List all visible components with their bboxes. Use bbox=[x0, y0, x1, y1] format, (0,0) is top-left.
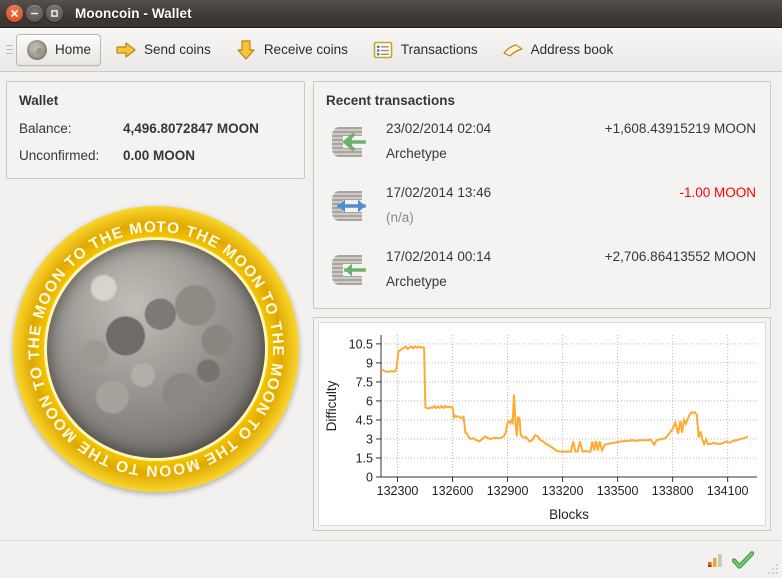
title-bar: Mooncoin - Wallet bbox=[0, 0, 782, 28]
transaction-amount: +2,706.86413552 MOON bbox=[604, 249, 756, 264]
transaction-amount: +1,608.43915219 MOON bbox=[604, 121, 756, 136]
transaction-address: (n/a) bbox=[386, 210, 414, 225]
main-content: Wallet Balance: 4,496.8072847 MOON Uncon… bbox=[0, 73, 782, 540]
svg-text:133800: 133800 bbox=[652, 484, 694, 498]
svg-text:132600: 132600 bbox=[432, 484, 474, 498]
svg-text:134100: 134100 bbox=[707, 484, 749, 498]
close-button[interactable] bbox=[6, 5, 23, 22]
difficulty-chart: 0 1.5 3 4.5 6 7.5 9 10.5 132300 132600 132900 13320… bbox=[318, 322, 766, 526]
transaction-row[interactable]: 17/02/2014 13:46 (n/a) -1.00 MOON bbox=[314, 177, 770, 239]
wallet-panel-title: Wallet bbox=[19, 93, 59, 108]
minimize-button[interactable] bbox=[26, 5, 43, 22]
svg-text:133200: 133200 bbox=[542, 484, 584, 498]
mooncoin-logo: TO THE MOON TO THE MOON TO THE MOON TO T… bbox=[8, 199, 303, 499]
transaction-address: Archetype bbox=[386, 274, 447, 289]
toolbar-item-address-book-label: Address book bbox=[530, 42, 614, 57]
svg-text:132900: 132900 bbox=[487, 484, 529, 498]
unconfirmed-label: Unconfirmed: bbox=[19, 148, 100, 163]
signal-bars-icon[interactable] bbox=[707, 552, 724, 573]
wallet-panel: Wallet Balance: 4,496.8072847 MOON Uncon… bbox=[6, 81, 305, 179]
svg-text:Difficulty: Difficulty bbox=[324, 380, 339, 431]
difficulty-chart-svg: 0 1.5 3 4.5 6 7.5 9 10.5 132300 132600 132900 13320… bbox=[324, 335, 757, 522]
moon-surface bbox=[46, 240, 265, 458]
toolbar-item-send-coins[interactable]: Send coins bbox=[105, 34, 221, 66]
transaction-date: 17/02/2014 00:14 bbox=[386, 249, 492, 264]
svg-text:132300: 132300 bbox=[377, 484, 419, 498]
transaction-date: 17/02/2014 13:46 bbox=[386, 185, 492, 200]
balance-value: 4,496.8072847 MOON bbox=[123, 121, 259, 136]
unconfirmed-value: 0.00 MOON bbox=[123, 148, 196, 163]
svg-text:133500: 133500 bbox=[597, 484, 639, 498]
status-bar bbox=[0, 540, 782, 578]
minimize-icon bbox=[30, 12, 39, 15]
balance-label: Balance: bbox=[19, 121, 72, 136]
toolbar-item-address-book[interactable]: Address book bbox=[492, 34, 624, 66]
close-icon bbox=[11, 10, 18, 17]
svg-text:3: 3 bbox=[366, 432, 373, 446]
maximize-button[interactable] bbox=[46, 5, 63, 22]
toolbar-item-home-label: Home bbox=[55, 42, 92, 57]
toolbar-drag-handle[interactable] bbox=[4, 38, 14, 62]
transaction-date: 23/02/2014 02:04 bbox=[386, 121, 492, 136]
maximize-icon bbox=[51, 10, 58, 17]
toolbar-item-receive-coins[interactable]: Receive coins bbox=[225, 34, 358, 66]
green-check-icon[interactable] bbox=[731, 551, 755, 574]
book-icon bbox=[502, 39, 524, 61]
toolbar-item-send-coins-label: Send coins bbox=[144, 42, 211, 57]
toolbar-item-receive-coins-label: Receive coins bbox=[263, 42, 348, 57]
recent-transactions-panel: Recent transactions 23/02/2014 02:04 Arc… bbox=[313, 81, 771, 309]
coin-graphic: TO THE MOON TO THE MOON TO THE MOON TO T… bbox=[8, 202, 303, 496]
toolbar-item-transactions-label: Transactions bbox=[400, 42, 478, 57]
transaction-amount: -1.00 MOON bbox=[679, 185, 756, 200]
status-icon-group bbox=[707, 551, 755, 574]
svg-text:9: 9 bbox=[366, 356, 373, 370]
svg-text:4.5: 4.5 bbox=[356, 413, 373, 427]
arrow-right-icon bbox=[115, 39, 137, 61]
transaction-row[interactable]: 17/02/2014 00:14 Archetype +2,706.864135… bbox=[314, 241, 770, 303]
transaction-address: Archetype bbox=[386, 146, 447, 161]
self-transfer-icon bbox=[326, 183, 372, 229]
recent-transactions-title: Recent transactions bbox=[326, 93, 456, 108]
incoming-arrow-icon bbox=[326, 119, 372, 165]
main-toolbar: Home Send coins Receive coins Transactio… bbox=[0, 28, 782, 72]
svg-text:Blocks: Blocks bbox=[549, 507, 589, 522]
resize-grip-icon[interactable] bbox=[765, 561, 779, 575]
arrow-down-icon bbox=[235, 39, 257, 61]
toolbar-item-home[interactable]: Home bbox=[16, 33, 102, 66]
svg-text:7.5: 7.5 bbox=[356, 375, 373, 389]
transaction-row[interactable]: 23/02/2014 02:04 Archetype +1,608.439152… bbox=[314, 113, 770, 175]
svg-text:1.5: 1.5 bbox=[356, 451, 373, 465]
svg-text:10.5: 10.5 bbox=[349, 337, 373, 351]
svg-text:6: 6 bbox=[366, 394, 373, 408]
difficulty-chart-panel: 0 1.5 3 4.5 6 7.5 9 10.5 132300 132600 132900 13320… bbox=[313, 317, 771, 531]
toolbar-item-transactions[interactable]: Transactions bbox=[362, 34, 488, 66]
list-icon bbox=[372, 39, 394, 61]
window-title: Mooncoin - Wallet bbox=[75, 6, 192, 21]
incoming-arrow-icon bbox=[326, 247, 372, 293]
moon-icon bbox=[26, 39, 48, 61]
svg-text:0: 0 bbox=[366, 471, 373, 485]
